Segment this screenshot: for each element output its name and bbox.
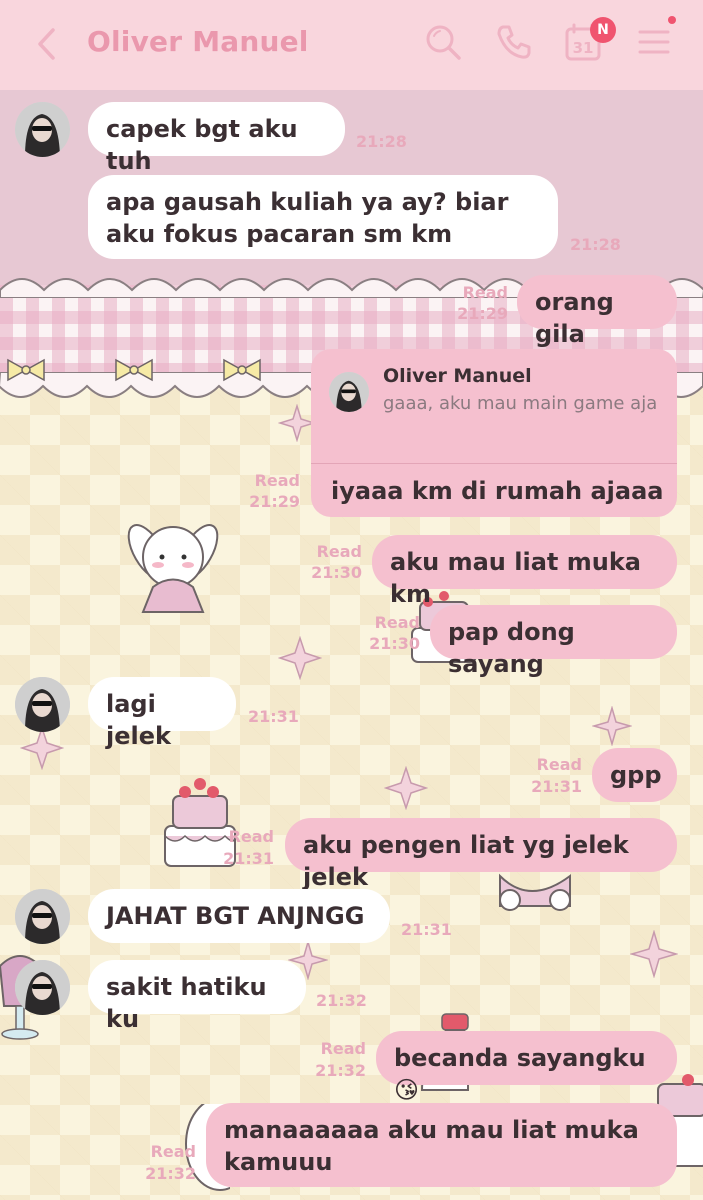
message-timestamp: 21:32 xyxy=(315,1061,366,1080)
message-bubble-incoming[interactable]: sakit hatiku ku xyxy=(88,960,306,1033)
avatar-photo xyxy=(15,960,70,1015)
message-timestamp: 21:30 xyxy=(369,634,420,653)
message-bubble-outgoing[interactable]: pap dong sayang xyxy=(430,605,677,678)
sparkle-icon xyxy=(20,726,64,770)
bow-icon xyxy=(7,358,45,382)
message-bubble-outgoing[interactable]: aku pengen liat yg jelek jelek xyxy=(285,818,677,891)
message-bubble-incoming[interactable]: JAHAT BGT ANJNGG xyxy=(88,889,390,943)
notification-badge: N xyxy=(590,17,616,43)
contact-avatar[interactable] xyxy=(15,960,70,1015)
message-timestamp: 21:28 xyxy=(570,235,621,254)
reply-message-text: iyaaa km di rumah ajaaa ay xyxy=(331,477,664,517)
phone-call-icon[interactable] xyxy=(494,22,534,62)
avatar-photo xyxy=(15,677,70,732)
bow-icon xyxy=(223,358,261,382)
message-timestamp: 21:29 xyxy=(249,492,300,511)
sparkle-icon xyxy=(278,636,322,680)
quoted-sender-name: Oliver Manuel xyxy=(383,365,532,387)
read-receipt: Read xyxy=(150,1142,196,1161)
message-bubble-outgoing[interactable]: becanda sayangku😘 xyxy=(376,1031,677,1104)
back-arrow-icon[interactable] xyxy=(32,24,62,64)
avatar-photo xyxy=(15,102,70,157)
message-timestamp: 21:31 xyxy=(401,920,452,939)
quoted-avatar xyxy=(329,372,369,412)
sparkle-icon xyxy=(592,706,632,746)
message-bubble-outgoing[interactable]: gpp xyxy=(592,748,677,802)
read-receipt: Read xyxy=(536,755,582,774)
quoted-message-text: gaaa, aku mau main game aja xyxy=(383,393,658,414)
bunny-illustration xyxy=(127,524,219,613)
bunny-illustration xyxy=(499,873,571,911)
message-timestamp: 21:32 xyxy=(145,1164,196,1183)
read-receipt: Read xyxy=(374,613,420,632)
message-bubble-outgoing[interactable]: orang gila xyxy=(517,275,677,348)
reply-message-bubble[interactable]: Oliver Manuel gaaa, aku mau main game aj… xyxy=(311,349,677,517)
read-receipt: Read xyxy=(254,471,300,490)
message-bubble-outgoing[interactable]: aku mau liat muka km xyxy=(372,535,677,608)
chat-title[interactable]: Oliver Manuel xyxy=(87,25,309,58)
chat-header: Oliver Manuel 31 N xyxy=(0,0,703,90)
menu-icon[interactable] xyxy=(634,22,674,62)
message-timestamp: 21:32 xyxy=(316,991,367,1010)
message-bubble-outgoing[interactable]: manaaaaaa aku mau liat muka kamuuu xyxy=(206,1103,677,1187)
read-receipt: Read xyxy=(316,542,362,561)
contact-avatar[interactable] xyxy=(15,102,70,157)
contact-avatar[interactable] xyxy=(15,677,70,732)
quoted-message[interactable]: Oliver Manuel gaaa, aku mau main game aj… xyxy=(311,349,677,464)
message-timestamp: 21:31 xyxy=(248,707,299,726)
message-timestamp: 21:30 xyxy=(311,563,362,582)
avatar-photo xyxy=(15,889,70,944)
contact-avatar[interactable] xyxy=(15,889,70,944)
bow-icon xyxy=(115,358,153,382)
sparkle-icon xyxy=(384,766,428,810)
sparkle-icon xyxy=(630,930,678,978)
message-timestamp: 21:29 xyxy=(457,304,508,323)
message-timestamp: 21:28 xyxy=(356,132,407,151)
message-timestamp: 21:31 xyxy=(223,849,274,868)
message-bubble-incoming[interactable]: apa gausah kuliah ya ay? biar aku fokus … xyxy=(88,175,558,259)
message-bubble-incoming[interactable]: capek bgt aku tuh xyxy=(88,102,345,175)
search-icon[interactable] xyxy=(423,22,463,62)
calendar-day-label: 31 xyxy=(573,39,594,57)
message-timestamp: 21:31 xyxy=(531,777,582,796)
menu-notification-dot xyxy=(668,16,676,24)
read-receipt: Read xyxy=(462,283,508,302)
read-receipt: Read xyxy=(320,1039,366,1058)
message-bubble-incoming[interactable]: lagi jelek xyxy=(88,677,236,750)
read-receipt: Read xyxy=(228,827,274,846)
